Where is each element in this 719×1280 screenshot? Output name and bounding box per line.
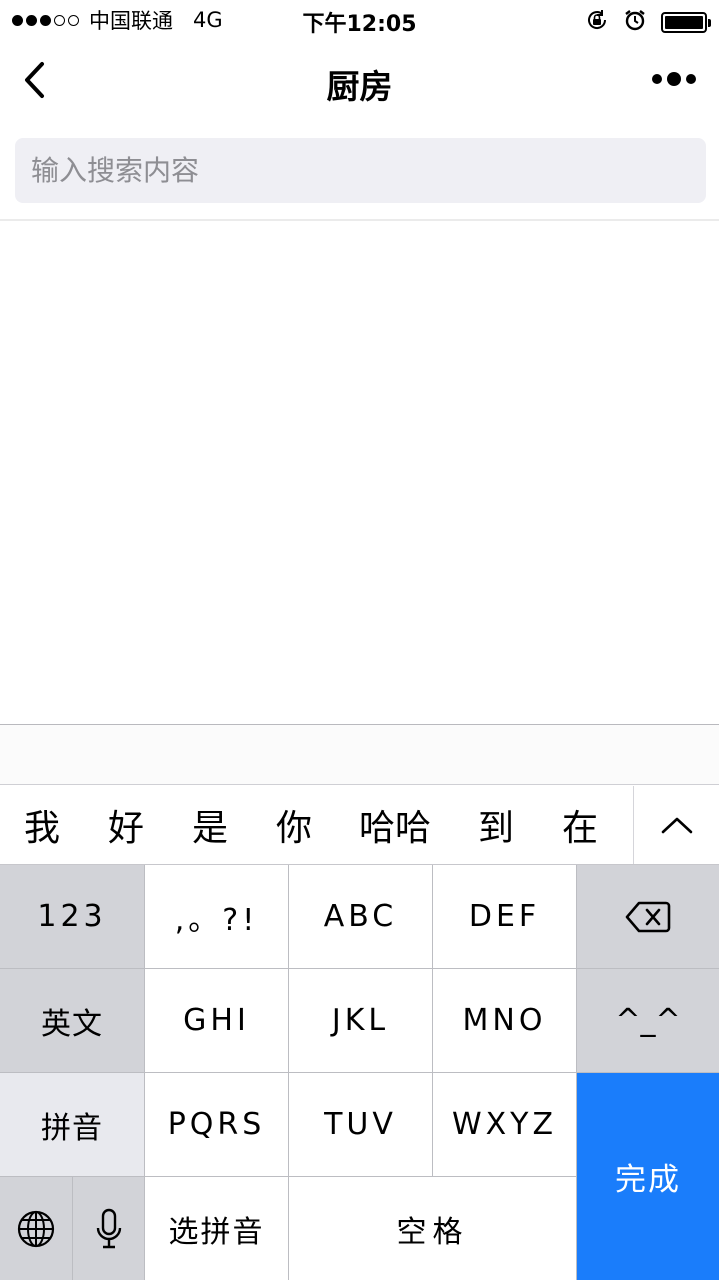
status-bar: 中国联通 4G 下午12:05 [0,0,719,40]
search-input[interactable] [31,154,706,187]
delete-button[interactable] [577,865,719,968]
microphone-button[interactable] [73,1177,144,1280]
backspace-icon [625,901,671,932]
key-select-pinyin[interactable]: 选拼音 [145,1177,288,1280]
page-title: 厨房 [326,67,393,106]
globe-icon [17,1210,55,1247]
rotation-lock-icon [585,8,609,36]
results-area [0,221,719,724]
key-jkl[interactable]: JKL [289,969,432,1072]
chevron-up-icon [661,817,692,834]
key-wxyz[interactable]: WXYZ [433,1073,576,1176]
space-bar[interactable]: 空格 [289,1177,576,1280]
key-tuv[interactable]: TUV [289,1073,432,1176]
candidate-item[interactable]: 是 [168,786,252,864]
keyboard: 123 ,。?! ABC DEF 英文 GHI JKL MNO ^_^ 拼音 P… [0,865,719,1280]
alarm-icon [623,8,647,36]
candidate-item[interactable]: 哈哈 [336,786,454,864]
search-box[interactable] [15,138,706,203]
key-english[interactable]: 英文 [0,969,144,1072]
key-123[interactable]: 123 [0,865,144,968]
key-ghi[interactable]: GHI [145,969,288,1072]
globe-button[interactable] [0,1177,72,1280]
candidate-item[interactable]: 我 [0,786,84,864]
candidate-item[interactable]: 在 [538,786,622,864]
status-right [585,8,711,36]
candidate-item[interactable]: 好 [84,786,168,864]
key-pinyin[interactable]: 拼音 [0,1073,144,1176]
more-button[interactable] [647,66,701,92]
candidate-bar: 我 好 是 你 哈哈 到 在 [0,786,719,865]
key-abc[interactable]: ABC [289,865,432,968]
candidate-item[interactable]: 你 [252,786,336,864]
battery-icon [661,11,711,33]
keyboard-accessory-bar [0,724,719,785]
candidate-item[interactable]: 到 [454,786,538,864]
nav-bar: 厨房 [0,40,719,124]
key-mno[interactable]: MNO [433,969,576,1072]
more-dots-icon [652,72,696,86]
key-emoticon[interactable]: ^_^ [577,969,719,1072]
key-pqrs[interactable]: PQRS [145,1073,288,1176]
key-punctuation[interactable]: ,。?! [145,865,288,968]
done-button[interactable]: 完成 [577,1073,719,1280]
microphone-icon [96,1208,121,1248]
key-def[interactable]: DEF [433,865,576,968]
expand-candidates-button[interactable] [633,786,719,864]
